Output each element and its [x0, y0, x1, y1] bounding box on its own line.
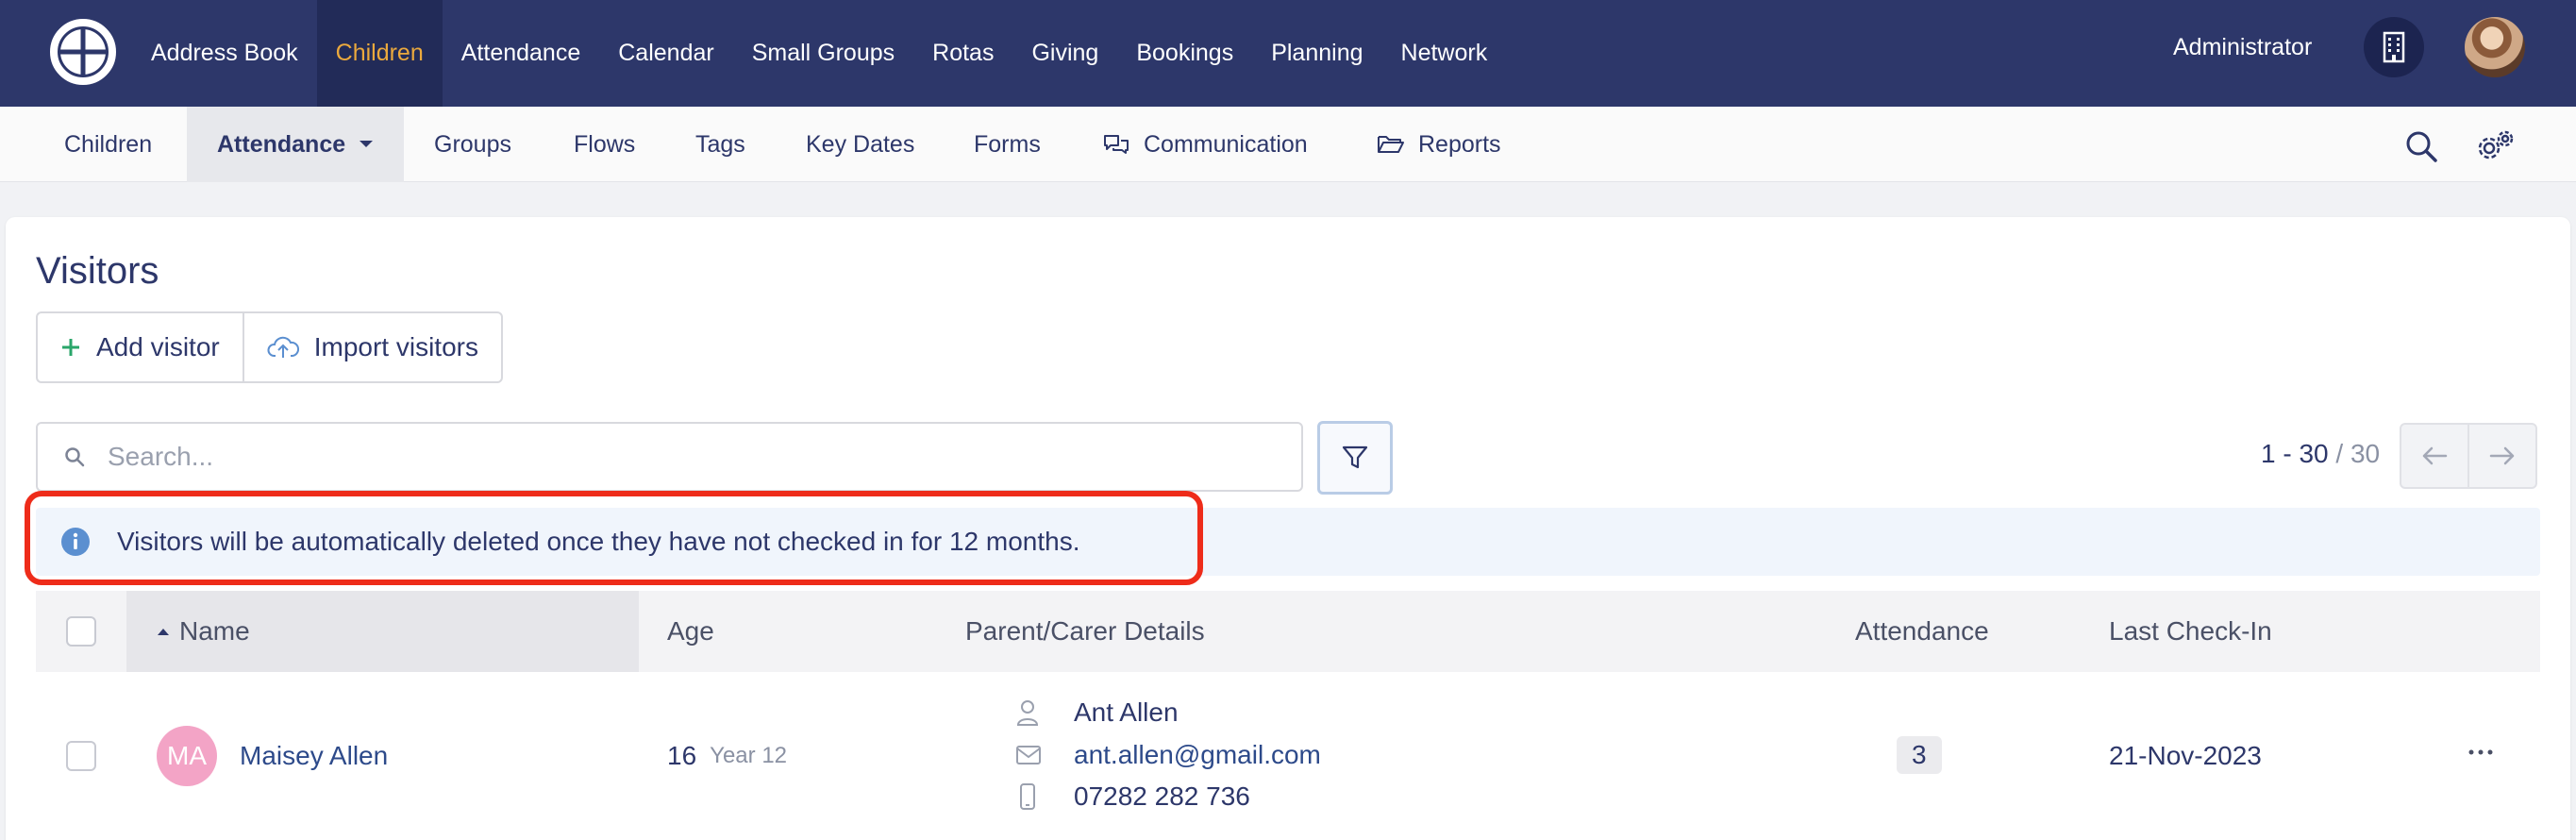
- tab-key-dates[interactable]: Key Dates: [806, 107, 914, 182]
- pagination-range: 1 - 30: [2261, 439, 2329, 468]
- tab-groups[interactable]: Groups: [434, 107, 511, 182]
- pagination-info: 1 - 30 / 30: [2261, 439, 2380, 469]
- main-menu: Address Book Children Attendance Calenda…: [132, 0, 1506, 107]
- age-value: 16: [667, 741, 697, 770]
- chat-bubbles-icon: [1104, 135, 1129, 154]
- menu-item-calendar[interactable]: Calendar: [599, 0, 732, 107]
- menu-item-attendance[interactable]: Attendance: [443, 0, 600, 107]
- pagination-controls: [2400, 423, 2537, 489]
- previous-page-button[interactable]: [2401, 425, 2467, 487]
- search-box: [36, 422, 1303, 492]
- column-age-header[interactable]: Age: [667, 591, 714, 672]
- more-horizontal-icon[interactable]: [2467, 748, 2495, 757]
- column-name-header[interactable]: Name: [126, 591, 639, 672]
- row-checkbox[interactable]: [66, 741, 96, 771]
- sub-navigation: Children Attendance Groups Flows Tags Ke…: [0, 107, 2576, 182]
- attendance-count-badge: 3: [1897, 736, 1942, 774]
- import-visitors-button[interactable]: Import visitors: [242, 313, 501, 381]
- tab-attendance-label: Attendance: [217, 130, 346, 158]
- name-cell: MA Maisey Allen: [157, 726, 388, 786]
- phone-icon: [1020, 783, 1035, 810]
- menu-item-children[interactable]: Children: [316, 0, 443, 107]
- parent-email-link[interactable]: ant.allen@gmail.com: [1074, 740, 1321, 770]
- caret-down-icon: [360, 141, 374, 147]
- tab-communication-label: Communication: [1144, 130, 1308, 158]
- tab-communication[interactable]: Communication: [1102, 107, 1308, 182]
- add-visitor-button[interactable]: Add visitor: [38, 313, 243, 381]
- parent-name-line: Ant Allen: [1015, 697, 1179, 729]
- sort-ascending-icon: [158, 629, 169, 635]
- envelope-icon: [1016, 746, 1041, 764]
- notice-highlight-frame: [25, 491, 1203, 585]
- menu-item-giving[interactable]: Giving: [1012, 0, 1117, 107]
- search-icon[interactable]: [2404, 129, 2438, 163]
- import-visitors-label: Import visitors: [313, 332, 478, 361]
- building-icon[interactable]: [2364, 17, 2424, 77]
- search-input[interactable]: [108, 442, 1240, 472]
- menu-item-rotas[interactable]: Rotas: [913, 0, 1012, 107]
- table-row: MA Maisey Allen 16 Year 12 Ant Allen ant…: [36, 672, 2540, 840]
- parent-phone: 07282 282 736: [1074, 781, 1250, 811]
- child-name-link[interactable]: Maisey Allen: [240, 741, 388, 771]
- table-header: Name Age Parent/Carer Details Attendance…: [36, 591, 2540, 672]
- top-navigation: Address Book Children Attendance Calenda…: [0, 0, 2576, 107]
- menu-item-address-book[interactable]: Address Book: [132, 0, 317, 107]
- column-attendance-header[interactable]: Attendance: [1855, 591, 1989, 672]
- attendance-cell: 3: [1897, 736, 1942, 774]
- column-name-label: Name: [179, 616, 250, 646]
- plus-icon: [62, 339, 79, 356]
- parent-name: Ant Allen: [1074, 697, 1179, 727]
- school-year: Year 12: [710, 743, 788, 768]
- next-page-button[interactable]: [2467, 425, 2535, 487]
- column-parent-header[interactable]: Parent/Carer Details: [965, 591, 1205, 672]
- parent-email-line: ant.allen@gmail.com: [1015, 739, 1321, 771]
- add-visitor-label: Add visitor: [96, 332, 220, 361]
- filter-button[interactable]: [1317, 421, 1393, 495]
- tab-reports[interactable]: Reports: [1377, 107, 1501, 182]
- filter-icon: [1342, 445, 1368, 469]
- user-avatar[interactable]: [2465, 17, 2525, 77]
- select-all-checkbox[interactable]: [66, 616, 96, 647]
- tab-tags[interactable]: Tags: [695, 107, 745, 182]
- pagination-total: / 30: [2328, 439, 2381, 468]
- tab-children[interactable]: Children: [64, 107, 152, 182]
- menu-item-planning[interactable]: Planning: [1252, 0, 1381, 107]
- arrow-right-icon: [2489, 446, 2515, 465]
- parent-phone-line: 07282 282 736: [1015, 781, 1250, 813]
- search-icon: [65, 447, 85, 467]
- select-all-cell: [66, 591, 96, 672]
- menu-item-small-groups[interactable]: Small Groups: [733, 0, 913, 107]
- cloud-upload-icon: [267, 336, 299, 358]
- tab-reports-label: Reports: [1418, 130, 1501, 158]
- arrow-left-icon: [2422, 446, 2448, 465]
- folder-open-icon: [1378, 136, 1404, 153]
- column-last-checkin-header[interactable]: Last Check-In: [2109, 591, 2272, 672]
- row-select-cell: [66, 741, 96, 771]
- tab-forms[interactable]: Forms: [974, 107, 1041, 182]
- avatar: MA: [157, 726, 217, 786]
- gear-icon[interactable]: [2474, 127, 2516, 165]
- visitor-actions: Add visitor Import visitors: [36, 311, 503, 383]
- tab-attendance[interactable]: Attendance: [187, 107, 405, 182]
- page-title: Visitors: [36, 250, 159, 292]
- wheel-logo-icon[interactable]: [49, 18, 117, 86]
- menu-item-bookings[interactable]: Bookings: [1117, 0, 1252, 107]
- user-role-label[interactable]: Administrator: [2173, 0, 2312, 94]
- person-icon: [1016, 700, 1039, 726]
- tab-flows[interactable]: Flows: [574, 107, 635, 182]
- age-cell: 16 Year 12: [667, 741, 787, 771]
- last-checkin-cell: 21-Nov-2023: [2109, 741, 2262, 770]
- menu-item-network[interactable]: Network: [1382, 0, 1507, 107]
